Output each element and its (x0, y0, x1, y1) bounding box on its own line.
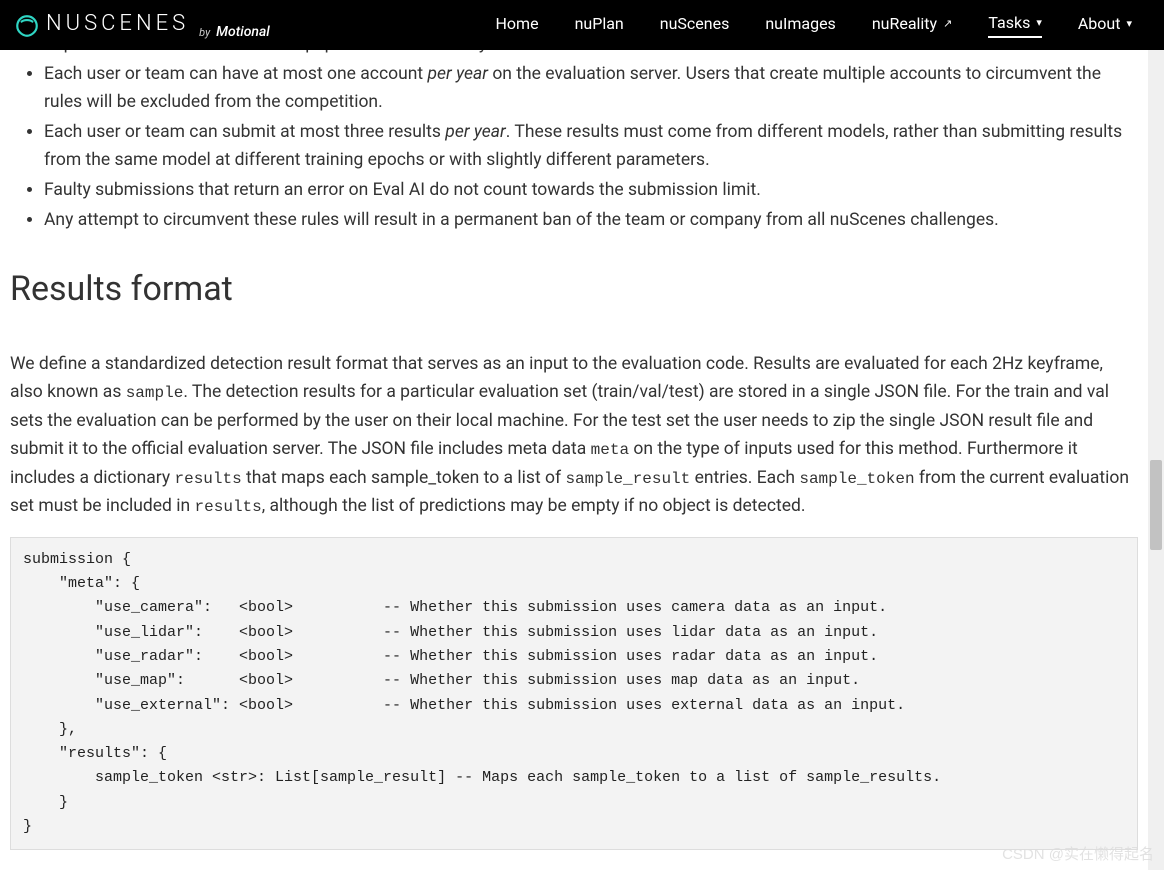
scrollbar-thumb[interactable] (1150, 460, 1162, 550)
nuscenes-logo-icon (14, 13, 40, 39)
page-viewport: Top leaderboard entries and their papers… (0, 50, 1148, 870)
code-results: results (175, 470, 242, 488)
code-results2: results (195, 498, 262, 516)
nav-link-tasks[interactable]: Tasks ▾ (988, 13, 1042, 38)
chevron-down-icon: ▾ (1036, 16, 1042, 29)
code-sample: sample (126, 384, 184, 402)
code-meta: meta (591, 441, 629, 459)
rules-list: Top leaderboard entries and their papers… (10, 50, 1138, 234)
chevron-down-icon: ▾ (1126, 17, 1132, 30)
code-sample-result: sample_result (565, 470, 690, 488)
submission-code-block: submission { "meta": { "use_camera": <bo… (10, 537, 1138, 851)
rule-item: Top leaderboard entries and their papers… (44, 50, 1138, 58)
nav-link-label: nuPlan (575, 14, 624, 33)
nav-link-label: nuImages (765, 14, 835, 33)
rule-item: Each user or team can submit at most thr… (44, 118, 1138, 174)
nav-link-label: About (1078, 14, 1121, 33)
rule-item: Any attempt to circumvent these rules wi… (44, 206, 1138, 234)
page-content: Top leaderboard entries and their papers… (0, 50, 1148, 870)
brand-logo: NUSCENES (14, 10, 189, 36)
brand-by: by (199, 26, 210, 39)
emphasis: per year (445, 122, 506, 142)
nav-link-label: nuScenes (660, 14, 730, 33)
nav-links: Home nuPlan nuScenes nuImages nuReality ↗ Task… (496, 13, 1151, 38)
brand-motional: Motional (216, 24, 270, 40)
vertical-scrollbar[interactable] (1148, 50, 1164, 870)
brand[interactable]: NUSCENES by Motional (14, 10, 270, 40)
section-heading: Results format (10, 262, 1138, 316)
nav-link-nureality[interactable]: nuReality ↗ (872, 14, 953, 37)
nav-link-nuscenes[interactable]: nuScenes (660, 14, 730, 37)
rule-item: Each user or team can have at most one a… (44, 60, 1138, 116)
rule-item: Faulty submissions that return an error … (44, 176, 1138, 204)
top-navbar: NUSCENES by Motional Home nuPlan nuScenes n… (0, 0, 1164, 50)
nav-link-about[interactable]: About ▾ (1078, 14, 1132, 37)
emphasis: per year (427, 64, 488, 84)
brand-name: NUSCENES (46, 11, 189, 36)
nav-link-nuimages[interactable]: nuImages (765, 14, 835, 37)
nav-link-label: Home (496, 14, 539, 33)
nav-link-nuplan[interactable]: nuPlan (575, 14, 624, 37)
results-format-paragraph: We define a standardized detection resul… (10, 350, 1138, 520)
nav-link-label: Tasks (988, 13, 1030, 32)
external-link-icon: ↗ (943, 17, 952, 30)
nav-link-home[interactable]: Home (496, 14, 539, 37)
code-sample-token: sample_token (799, 470, 914, 488)
nav-link-label: nuReality (872, 14, 937, 33)
